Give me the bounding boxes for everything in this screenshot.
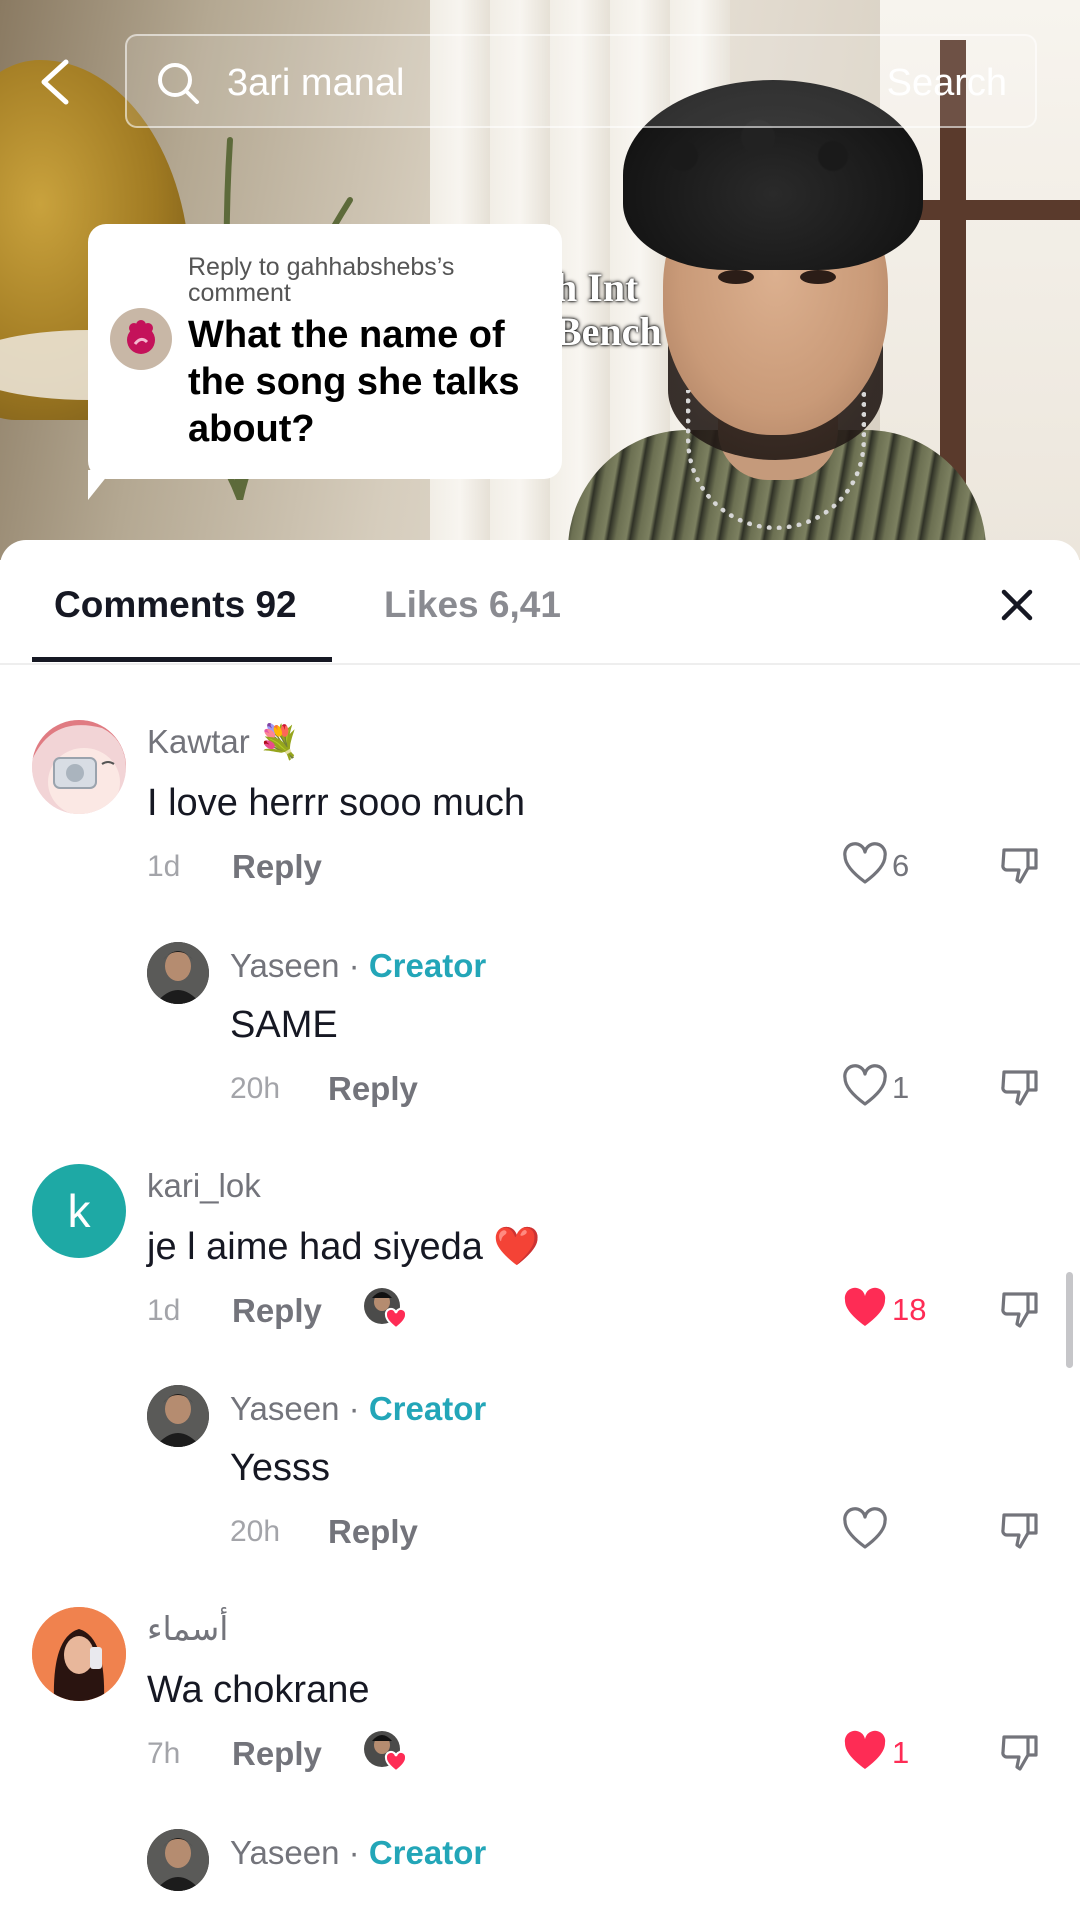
heart-icon[interactable] — [842, 1507, 888, 1553]
like-count: 6 — [892, 848, 910, 883]
heart-icon[interactable] — [842, 842, 888, 888]
comment-time: 20h — [230, 1515, 281, 1548]
separator: · — [348, 1390, 360, 1427]
avatar[interactable]: k — [32, 1164, 126, 1258]
search-button[interactable]: Search — [887, 60, 1007, 106]
dislike-icon[interactable] — [998, 1288, 1040, 1330]
like-count: 1 — [892, 1070, 910, 1105]
dislike-icon[interactable] — [998, 1066, 1040, 1108]
comment-item: k kari_lok je l aime had siyeda ❤️ 1d Re… — [0, 1164, 1080, 1344]
anime-avatar-image — [32, 720, 126, 814]
tab-likes[interactable]: Likes 6,41 — [384, 582, 561, 628]
separator: · — [348, 947, 360, 984]
reply-question: What the name of the song she talks abou… — [188, 314, 520, 450]
reply-item: Yaseen · Creator Yesss 20h Reply — [0, 1385, 1080, 1565]
dislike-icon[interactable] — [998, 1731, 1040, 1773]
comment-text: Wa chokrane — [147, 1669, 370, 1711]
comment-text: I love herrr sooo much — [147, 782, 526, 824]
dislike-icon[interactable] — [998, 1509, 1040, 1551]
comment-item: أسماء Wa chokrane 7h Reply 1 — [0, 1607, 1080, 1787]
comment-time: 1d — [147, 1294, 181, 1327]
reply-to-label: Reply to gahhabshebs’s comment — [188, 253, 455, 307]
reply-button[interactable]: Reply — [328, 1069, 418, 1109]
back-arrow-icon[interactable] — [36, 58, 76, 106]
active-tab-indicator — [32, 657, 332, 662]
creator-badge: Creator — [368, 1390, 487, 1427]
comment-time: 7h — [147, 1737, 181, 1770]
comment-text-body: je l aime had siyeda — [147, 1226, 483, 1268]
like-count: 18 — [892, 1292, 927, 1327]
creator-liked-icon — [364, 1288, 408, 1330]
avatar[interactable] — [32, 720, 126, 814]
user-photo — [147, 1829, 209, 1891]
search-icon — [158, 63, 199, 104]
user-photo — [147, 942, 209, 1004]
reply-item: Yaseen · Creator — [0, 1829, 1080, 1920]
comment-time: 1d — [147, 850, 181, 883]
tab-comments[interactable]: Comments 92 — [54, 582, 297, 628]
scrollbar[interactable] — [1066, 1272, 1073, 1368]
heart-icon[interactable] — [842, 1064, 888, 1110]
bouquet-emoji: 💐 — [258, 723, 300, 760]
reply-button[interactable]: Reply — [232, 1291, 322, 1331]
creator-liked-icon — [364, 1731, 408, 1773]
creator-badge: Creator — [368, 1834, 487, 1871]
flower-icon — [127, 320, 155, 354]
reply-item: Yaseen · Creator SAME 20h Reply 1 — [0, 942, 1080, 1122]
heart-icon[interactable] — [842, 1729, 888, 1775]
comment-username[interactable]: Yaseen · Creator — [230, 1389, 486, 1429]
comment-username[interactable]: kari_lok — [147, 1166, 261, 1206]
dislike-icon[interactable] — [998, 844, 1040, 886]
comment-username[interactable]: Yaseen · Creator — [230, 1833, 486, 1873]
avatar[interactable] — [147, 1829, 209, 1891]
bubble-tail — [88, 470, 112, 500]
username-text: Yaseen — [230, 1834, 340, 1871]
comment-username[interactable]: Kawtar 💐 — [147, 722, 300, 762]
avatar[interactable] — [147, 1385, 209, 1447]
comment-text: SAME — [230, 1004, 338, 1046]
heart-icon[interactable] — [842, 1286, 888, 1332]
reply-to-comment-sticker: Reply to gahhabshebs’s comment What the … — [88, 224, 562, 479]
avatar[interactable] — [32, 1607, 126, 1701]
eye — [718, 270, 754, 284]
close-icon[interactable] — [996, 584, 1038, 626]
eye — [800, 270, 836, 284]
avatar[interactable] — [147, 942, 209, 1004]
comment-text: Yesss — [230, 1447, 330, 1489]
user-photo — [147, 1385, 209, 1447]
avatar — [110, 308, 172, 370]
like-count: 1 — [892, 1735, 910, 1770]
comment-username[interactable]: Yaseen · Creator — [230, 946, 486, 986]
search-input[interactable]: 3ari manal — [227, 60, 404, 106]
tab-bar: Comments 92 Likes 6,41 — [0, 540, 1080, 665]
username-text: Yaseen — [230, 947, 340, 984]
comment-text: je l aime had siyeda ❤️ — [147, 1224, 541, 1270]
comment-username[interactable]: أسماء — [147, 1609, 228, 1649]
separator: · — [348, 1834, 360, 1871]
username-text: Yaseen — [230, 1390, 340, 1427]
comment-time: 20h — [230, 1072, 281, 1105]
reply-button[interactable]: Reply — [232, 1734, 322, 1774]
comment-item: Kawtar 💐 I love herrr sooo much 1d Reply… — [0, 720, 1080, 900]
heart-emoji: ❤️ — [493, 1226, 541, 1268]
user-photo — [32, 1607, 126, 1701]
creator-badge: Creator — [368, 947, 487, 984]
avatar-letter: k — [67, 1185, 91, 1237]
reply-button[interactable]: Reply — [328, 1512, 418, 1552]
username-text: Kawtar — [147, 723, 250, 760]
reply-button[interactable]: Reply — [232, 847, 322, 887]
search-bar[interactable]: 3ari manal Search — [125, 34, 1037, 128]
